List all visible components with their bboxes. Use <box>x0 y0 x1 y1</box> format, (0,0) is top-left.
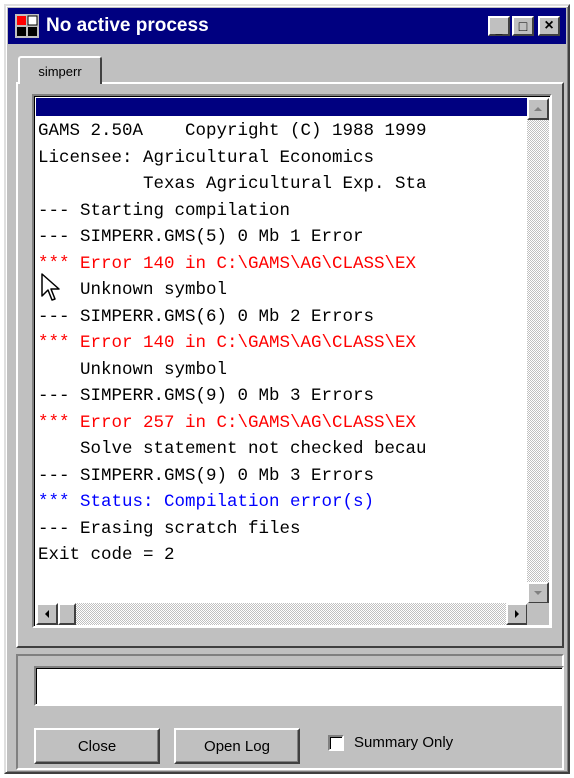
vertical-scrollbar[interactable] <box>527 98 549 604</box>
arrow-down-icon <box>534 591 542 595</box>
log-line: --- Erasing scratch files <box>38 518 301 539</box>
log-line: --- Starting compilation <box>38 200 291 221</box>
log-line: *** Error 140 in C:\GAMS\AG\CLASS\EX <box>38 333 417 353</box>
close-button[interactable]: Close <box>34 728 160 764</box>
summary-only-checkbox[interactable] <box>328 734 344 751</box>
open-log-button[interactable]: Open Log <box>174 728 300 764</box>
log-line: GAMS 2.50A Copyright (C) 1988 1999 <box>38 121 427 141</box>
arrow-up-icon <box>534 107 542 111</box>
log-line: Unknown symbol <box>38 280 228 300</box>
process-log[interactable]: GAMS 2.50A Copyright (C) 1988 1999 Licens… <box>32 94 552 628</box>
close-icon: × <box>544 17 554 34</box>
scroll-down-button[interactable] <box>527 582 549 604</box>
scroll-up-button[interactable] <box>527 98 549 120</box>
tab-simperr[interactable]: simperr <box>18 56 102 84</box>
log-line: --- SIMPERR.GMS(9) 0 Mb 3 Errors <box>38 465 375 486</box>
minimize-icon: _ <box>495 22 503 36</box>
scroll-right-button[interactable] <box>506 603 528 625</box>
log-line: Solve statement not checked becau <box>38 439 427 459</box>
arrow-right-icon <box>515 610 519 618</box>
arrow-left-icon <box>45 610 49 618</box>
summary-only-label[interactable]: Summary Only <box>354 734 453 751</box>
log-line: --- SIMPERR.GMS(6) 0 Mb 2 Errors <box>38 306 375 327</box>
selection-highlight <box>36 98 528 116</box>
log-line: --- SIMPERR.GMS(5) 0 Mb 1 Error <box>38 227 364 247</box>
log-panel: GAMS 2.50A Copyright (C) 1988 1999 Licens… <box>16 82 564 648</box>
scroll-left-button[interactable] <box>36 603 58 625</box>
log-line: *** Error 257 in C:\GAMS\AG\CLASS\EX <box>38 412 417 433</box>
log-lines[interactable]: GAMS 2.50A Copyright (C) 1988 1999 Licens… <box>38 118 530 569</box>
log-line: Unknown symbol <box>38 359 228 380</box>
tab-label: simperr <box>38 63 82 79</box>
scrollbar-corner <box>527 603 549 625</box>
log-line: Licensee: Agricultural Economics <box>38 147 375 168</box>
log-line: Texas Agricultural Exp. Sta <box>38 174 427 194</box>
log-line: Exit code = 2 <box>38 545 175 565</box>
horizontal-scrollbar[interactable] <box>36 603 528 625</box>
maximize-icon: □ <box>518 18 528 34</box>
minimize-button[interactable]: _ <box>488 16 510 36</box>
mouse-pointer-icon <box>41 273 60 301</box>
log-line: *** Status: Compilation error(s) <box>38 492 375 512</box>
title-bar[interactable]: No active process _ □ × <box>8 8 566 44</box>
window-title: No active process <box>46 15 209 36</box>
horizontal-scroll-thumb[interactable] <box>58 603 76 625</box>
log-line: *** Error 140 in C:\GAMS\AG\CLASS\EX <box>38 253 417 274</box>
close-window-button[interactable]: × <box>538 16 560 36</box>
main-window: No active process _ □ × simperr GAMS 2.5… <box>4 4 570 774</box>
gams-app-icon[interactable] <box>14 13 40 39</box>
log-line: --- SIMPERR.GMS(9) 0 Mb 3 Errors <box>38 386 375 406</box>
command-input[interactable] <box>34 666 564 706</box>
maximize-button[interactable]: □ <box>512 16 534 36</box>
summary-only-checkbox-group[interactable]: Summary Only <box>328 734 453 751</box>
